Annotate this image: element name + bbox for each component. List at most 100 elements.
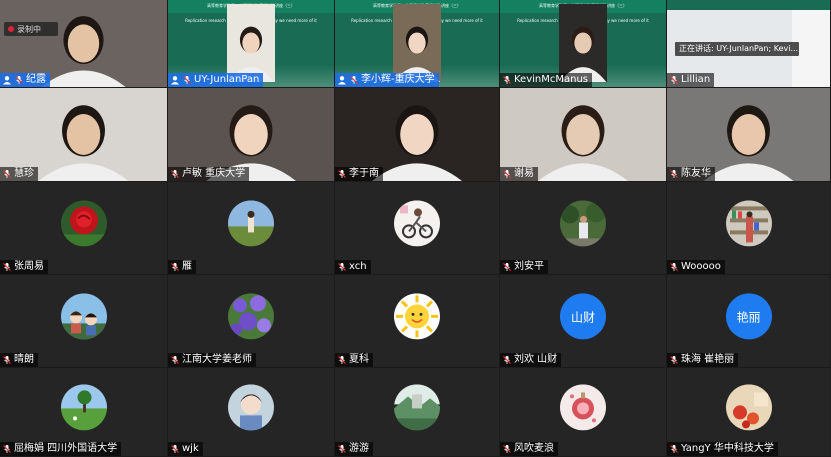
participant-name-bar: UY-JunlanPan — [168, 73, 264, 87]
participant-name: YangY 华中科技大学 — [681, 443, 774, 454]
participant-name-bar: Lillian — [667, 73, 715, 87]
avatar-text: 艳丽 — [736, 309, 761, 324]
participant-name-bar: 夏科 — [335, 353, 373, 367]
participant-name: 屈梅娟 四川外国语大学 — [14, 443, 118, 454]
participant-tile[interactable]: xch — [335, 182, 499, 274]
active-speaker-banner: 正在讲话: UY-JunlanPan; Kevi... — [675, 42, 799, 56]
participant-name-bar: 风吹麦浪 — [500, 442, 558, 456]
mic-muted-icon — [502, 75, 512, 85]
participant-tile[interactable]: 张周易 — [0, 182, 167, 274]
participant-name-bar: 陈友华 — [667, 167, 715, 181]
participant-name-bar: 纪露 — [0, 73, 50, 87]
avatar — [228, 293, 274, 340]
mic-muted-icon — [669, 262, 679, 272]
video-grid: 纪露 高等教育学院四川外国语学院英语学院讲座（三）Replication rese… — [0, 0, 831, 457]
avatar: 艳丽 — [725, 293, 772, 340]
participant-name-bar: xch — [335, 260, 371, 274]
mic-muted-icon — [2, 355, 12, 365]
participant-name-bar: 刘安平 — [500, 260, 548, 274]
avatar — [228, 200, 274, 247]
mic-muted-icon — [170, 355, 180, 365]
mic-muted-icon — [337, 169, 347, 179]
participant-tile[interactable]: 艳丽珠海 崔艳丽 — [667, 275, 830, 367]
participant-name: 刘安平 — [514, 261, 544, 272]
mic-muted-icon — [337, 262, 347, 272]
participant-name-bar: 雁 — [168, 260, 196, 274]
participant-name-bar: Wooooo — [667, 260, 725, 274]
participant-name: 谢易 — [514, 168, 534, 179]
participant-name-bar: YangY 华中科技大学 — [667, 442, 778, 456]
participant-name-bar: 刘欢 山财 — [500, 353, 562, 367]
participant-name-bar: 李小辉-重庆大学 — [335, 73, 439, 87]
mic-muted-icon — [2, 169, 12, 179]
participant-video — [393, 4, 441, 83]
participant-name: 慧珍 — [14, 168, 34, 179]
participant-name-bar: 游游 — [335, 442, 373, 456]
participant-tile[interactable]: wjk — [168, 368, 334, 456]
mic-muted-icon — [669, 355, 679, 365]
participant-tile[interactable]: 屈梅娟 四川外国语大学 — [0, 368, 167, 456]
participant-tile[interactable]: 夏科 — [335, 275, 499, 367]
participant-tile[interactable]: 风吹麦浪 — [500, 368, 666, 456]
mic-muted-icon — [182, 75, 192, 85]
participant-name-bar: KevinMcManus — [500, 73, 593, 87]
participant-name-bar: 珠海 崔艳丽 — [667, 353, 739, 367]
participant-name: 夏科 — [349, 354, 369, 365]
participant-tile[interactable]: YangY 华中科技大学 — [667, 368, 830, 456]
avatar — [60, 384, 107, 431]
mic-muted-icon — [170, 169, 180, 179]
participant-name: 刘欢 山财 — [514, 354, 558, 365]
avatar — [560, 384, 606, 431]
participant-tile[interactable]: 谢易 — [500, 88, 666, 181]
avatar-text: 山财 — [570, 309, 595, 324]
participant-name: KevinMcManus — [514, 74, 589, 85]
mic-muted-icon — [349, 75, 359, 85]
avatar — [725, 200, 772, 247]
participant-tile[interactable]: 刘安平 — [500, 182, 666, 274]
mic-muted-icon — [669, 169, 679, 179]
participant-tile[interactable]: 高等教育学院四川外国语学院英语学院讲座（三）Replication resear… — [335, 0, 499, 87]
participant-name: xch — [349, 261, 367, 272]
participant-tile[interactable]: 慧珍 — [0, 88, 167, 181]
participant-tile[interactable]: 雁 — [168, 182, 334, 274]
participant-name: 纪露 — [26, 74, 46, 85]
mic-muted-icon — [170, 262, 180, 272]
mic-muted-icon — [669, 75, 679, 85]
participant-name: 珠海 崔艳丽 — [681, 354, 735, 365]
participant-name-bar: 江南大学姜老师 — [168, 353, 256, 367]
avatar — [60, 200, 107, 247]
participant-name-bar: 李于南 — [335, 167, 383, 181]
participant-name-bar: 屈梅娟 四川外国语大学 — [0, 442, 122, 456]
participant-name-bar: 卢敏 重庆大学 — [168, 167, 250, 181]
mic-muted-icon — [337, 355, 347, 365]
participant-tile[interactable]: 游游 — [335, 368, 499, 456]
avatar — [394, 384, 440, 431]
participant-tile[interactable]: 高等教育学院四川外国语学院英语学院讲座（三）Replication resear… — [168, 0, 334, 87]
participant-tile[interactable]: 卢敏 重庆大学 — [168, 88, 334, 181]
mic-muted-icon — [14, 75, 24, 85]
participant-tile[interactable]: Wooooo — [667, 182, 830, 274]
user-icon — [337, 75, 347, 85]
user-icon — [2, 75, 12, 85]
participant-name: 卢敏 重庆大学 — [182, 168, 246, 179]
participant-name: 李小辉-重庆大学 — [361, 74, 435, 85]
participant-name: wjk — [182, 443, 199, 454]
participant-tile[interactable]: 晴朗 — [0, 275, 167, 367]
mic-muted-icon — [669, 444, 679, 454]
participant-name: UY-JunlanPan — [194, 74, 260, 85]
participant-name: 陈友华 — [681, 168, 711, 179]
participant-name: 晴朗 — [14, 354, 34, 365]
participant-tile[interactable]: 江南大学姜老师 — [168, 275, 334, 367]
participant-tile[interactable]: 高等教育学院四川外国语学院英语学院讲座（三）Replication resear… — [500, 0, 666, 87]
avatar — [394, 293, 440, 340]
mic-muted-icon — [502, 262, 512, 272]
participant-tile[interactable]: 纪露 — [0, 0, 167, 87]
participant-name-bar: 慧珍 — [0, 167, 38, 181]
participant-tile[interactable]: 李于南 — [335, 88, 499, 181]
avatar — [228, 384, 274, 431]
avatar: 山财 — [560, 293, 606, 340]
participant-tile[interactable]: 山财刘欢 山财 — [500, 275, 666, 367]
participant-tile[interactable]: 陈友华 — [667, 88, 830, 181]
participant-video — [559, 4, 607, 83]
participant-video — [227, 4, 275, 83]
